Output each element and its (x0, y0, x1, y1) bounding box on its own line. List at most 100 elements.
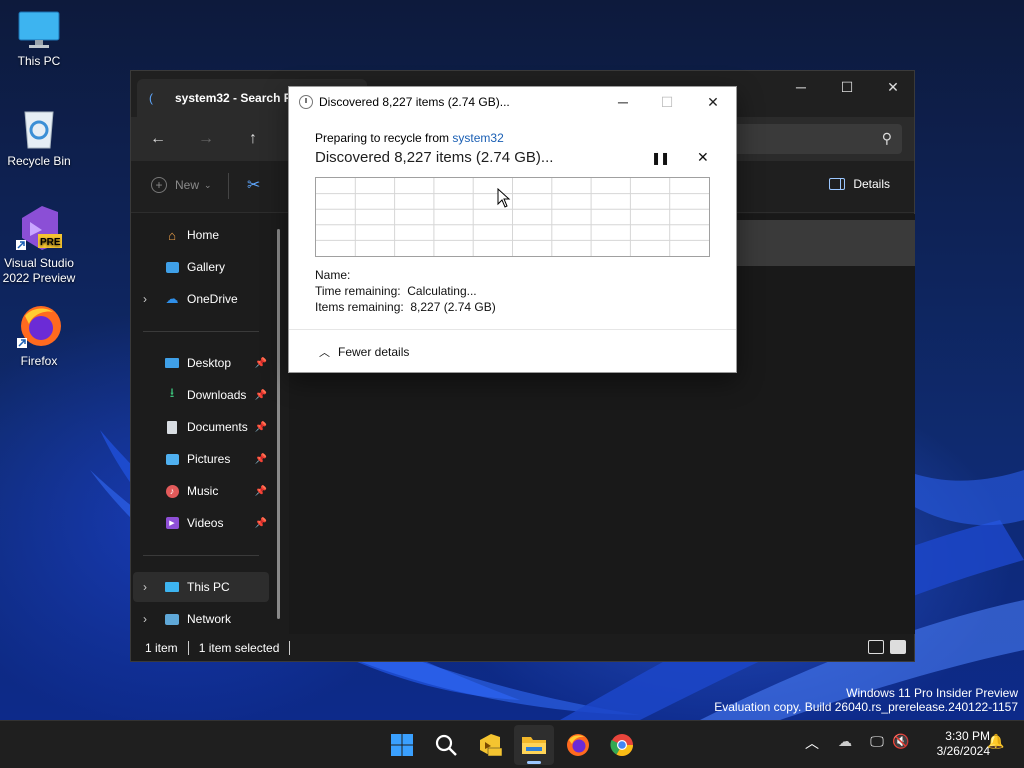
monitor-icon (18, 11, 60, 48)
toolbar-divider (228, 173, 229, 199)
cancel-operation-button[interactable]: ✕ (697, 149, 709, 166)
sidebar-item-label: Network (187, 612, 232, 626)
gallery-icon (163, 259, 181, 275)
selection-count: 1 item selected (198, 641, 280, 655)
pin-icon[interactable]: 📌 (255, 486, 267, 497)
minimize-icon: ─ (796, 79, 806, 95)
back-button[interactable]: ← (143, 125, 173, 153)
taskbar-chrome[interactable] (602, 725, 642, 765)
sidebar-item-label: Pictures (187, 452, 231, 466)
monitor-icon (163, 579, 181, 595)
forward-button[interactable]: → (191, 125, 221, 153)
pin-icon[interactable]: 📌 (255, 390, 267, 401)
volume-tray-icon[interactable]: 🔇 (890, 733, 912, 750)
mouse-cursor-icon (497, 188, 511, 208)
sidebar-item-label: Downloads (187, 388, 247, 402)
sidebar-item-downloads[interactable]: ⭳ Downloads 📌 (133, 380, 269, 410)
status-divider (289, 641, 291, 655)
fewer-details-button[interactable]: ︿ Fewer details (319, 344, 409, 360)
sidebar-item-gallery[interactable]: Gallery (133, 252, 269, 282)
running-indicator (527, 761, 541, 764)
status-bar: 1 item 1 item selected (131, 635, 914, 661)
desktop-icon-firefox[interactable]: Firefox (1, 302, 77, 369)
sidebar-item-this-pc[interactable]: › This PC (133, 572, 269, 602)
dialog-maximize-button[interactable]: ☐ (645, 87, 689, 117)
search-icon (435, 734, 457, 756)
pin-icon[interactable]: 📌 (255, 518, 267, 529)
pause-icon: ❚❚ (651, 151, 670, 165)
sidebar-item-label: Music (187, 484, 219, 498)
windows-watermark: Windows 11 Pro Insider Preview Evaluatio… (714, 686, 1018, 714)
source-location-link[interactable]: system32 (452, 131, 503, 145)
fewer-details-label: Fewer details (338, 345, 410, 359)
scissors-icon: ✂ (247, 177, 261, 194)
search-box[interactable]: ✕ ⚲ (716, 124, 902, 154)
network-tray-icon[interactable]: 🖵 (866, 733, 888, 750)
desktop-icon-this-pc[interactable]: This PC (1, 10, 77, 69)
taskbar-search-button[interactable] (426, 725, 466, 765)
windows-logo-icon (391, 734, 413, 756)
up-button[interactable]: ↑ (238, 125, 268, 153)
dialog-minimize-button[interactable]: ─ (601, 87, 645, 117)
minimize-icon: ─ (618, 94, 628, 110)
sidebar-scrollbar[interactable] (277, 229, 280, 619)
taskbar-firefox[interactable] (558, 725, 598, 765)
chevron-right-icon[interactable]: › (143, 580, 147, 594)
preparing-text: Preparing to recycle from (315, 131, 453, 145)
cut-button[interactable]: ✂ (247, 175, 260, 195)
pin-icon[interactable]: 📌 (255, 358, 267, 369)
sidebar-item-videos[interactable]: ▶ Videos 📌 (133, 508, 269, 538)
chevron-right-icon[interactable]: › (143, 292, 147, 306)
view-toggle (868, 640, 906, 654)
status-divider (187, 641, 189, 655)
sidebar-item-home[interactable]: ⌂ Home (133, 220, 269, 250)
sidebar-item-onedrive[interactable]: › ☁ OneDrive (133, 284, 269, 314)
sidebar-item-documents[interactable]: Documents 📌 (133, 412, 269, 442)
search-icon[interactable]: ⚲ (882, 130, 892, 147)
desktop-icon-label: This PC (17, 54, 61, 68)
loading-icon: ( (149, 91, 153, 105)
desktop-icon-recycle-bin[interactable]: Recycle Bin (1, 106, 77, 169)
desktop-icon-label: Firefox (20, 354, 58, 368)
graph-grid (316, 178, 709, 256)
items-remaining-label: Items remaining: (315, 300, 404, 314)
dialog-divider (289, 329, 736, 330)
close-button[interactable]: ✕ (870, 71, 916, 103)
close-icon: ✕ (697, 149, 709, 165)
pause-button[interactable]: ❚❚ (651, 151, 670, 165)
progress-dialog: Discovered 8,227 items (2.74 GB)... ─ ☐ … (288, 86, 737, 373)
details-pane-button[interactable]: Details (829, 177, 890, 191)
name-row: Name: (315, 267, 496, 283)
sidebar-item-network[interactable]: › Network (133, 604, 269, 634)
sidebar-item-desktop[interactable]: Desktop 📌 (133, 348, 269, 378)
watermark-build: Evaluation copy. Build 26040.rs_prerelea… (714, 700, 1018, 714)
start-button[interactable] (382, 725, 422, 765)
show-hidden-icons-button[interactable]: ︿ (801, 733, 823, 753)
desktop-icon-visual-studio[interactable]: PRE Visual Studio 2022 Preview (1, 204, 77, 286)
system-clock[interactable]: 3:30 PM 3/26/2024 (918, 729, 990, 759)
notifications-button[interactable]: 🔔 (985, 733, 1007, 750)
clock-date: 3/26/2024 (936, 744, 990, 758)
onedrive-tray-icon[interactable]: ☁ (834, 733, 856, 750)
sidebar-item-pictures[interactable]: Pictures 📌 (133, 444, 269, 474)
sidebar-item-music[interactable]: ♪ Music 📌 (133, 476, 269, 506)
video-icon: ▶ (163, 515, 181, 531)
tiles-view-icon[interactable] (890, 640, 906, 654)
details-view-icon[interactable] (868, 640, 884, 654)
sidebar-divider (143, 331, 259, 332)
new-button[interactable]: + New ⌄ (151, 177, 212, 193)
dialog-close-button[interactable]: ✕ (691, 87, 735, 117)
pin-icon[interactable]: 📌 (255, 454, 267, 465)
taskbar-file-explorer[interactable] (514, 725, 554, 765)
minimize-button[interactable]: ─ (778, 71, 824, 103)
speed-graph (315, 177, 710, 257)
chevron-right-icon[interactable]: › (143, 612, 147, 626)
maximize-button[interactable]: ☐ (824, 71, 870, 103)
sidebar-item-label: Home (187, 228, 220, 242)
time-remaining-row: Time remaining: Calculating... (315, 283, 496, 299)
pin-icon[interactable]: 📌 (255, 422, 267, 433)
firefox-icon (567, 734, 589, 756)
clock-icon (299, 95, 313, 109)
arrow-up-icon: ↑ (249, 130, 257, 147)
taskbar-visual-studio-preview[interactable] (470, 725, 510, 765)
